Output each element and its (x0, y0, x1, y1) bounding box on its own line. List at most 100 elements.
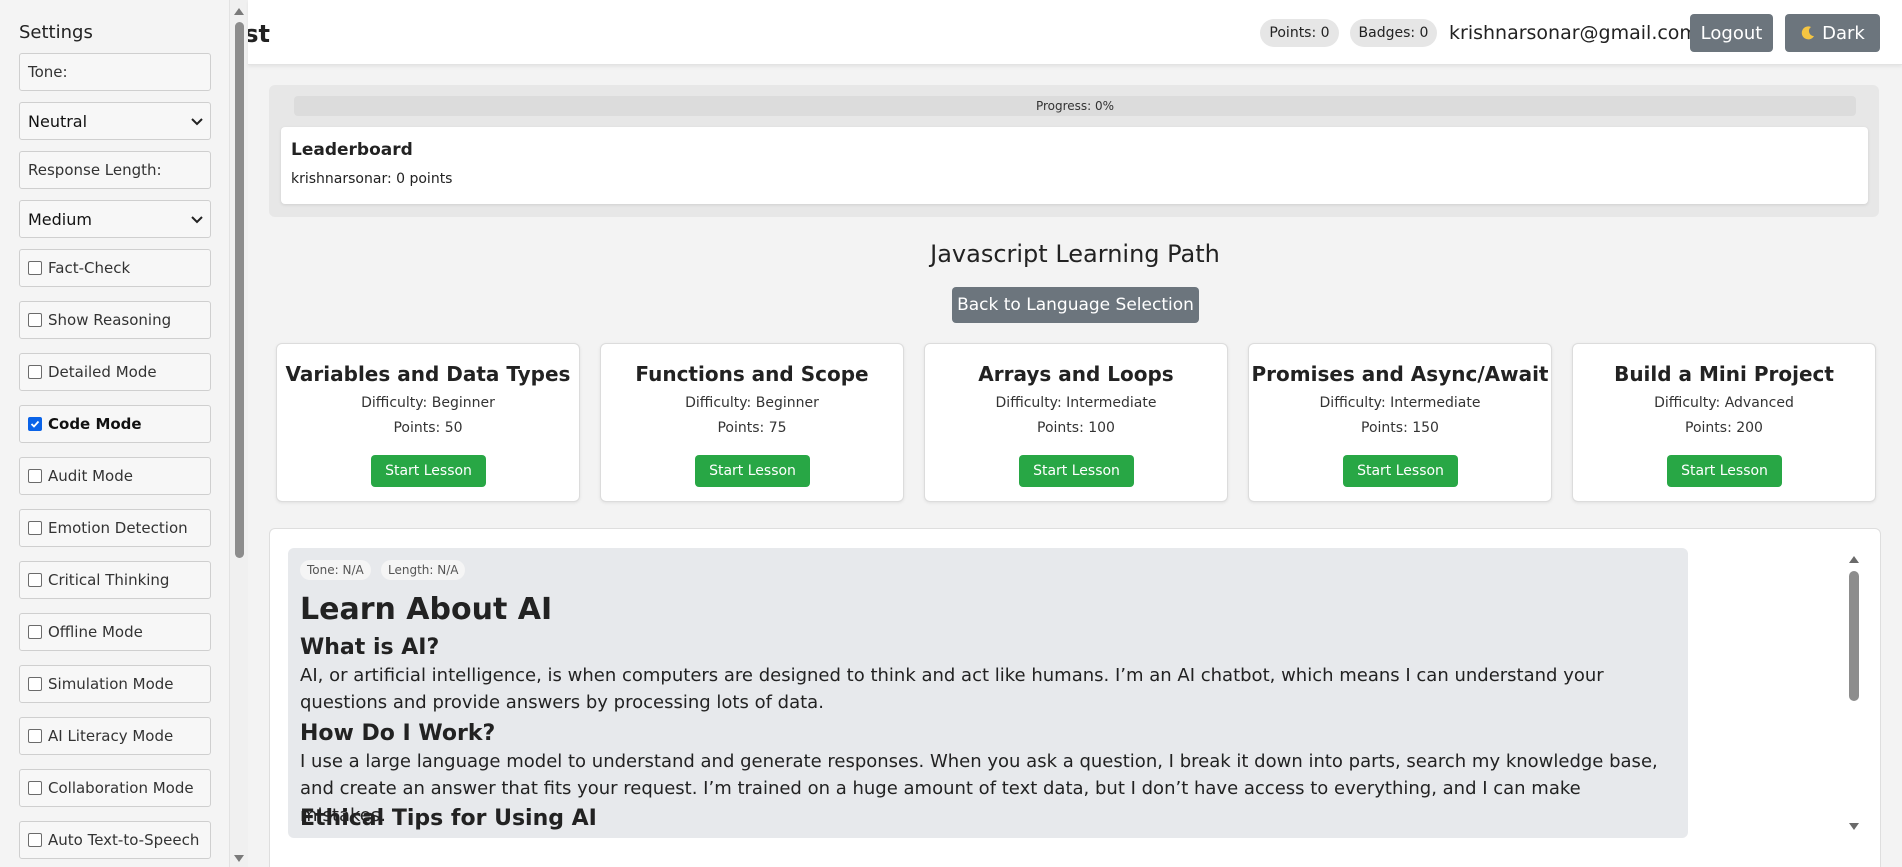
option-offline-mode[interactable]: Offline Mode (19, 613, 211, 651)
logout-button[interactable]: Logout (1690, 14, 1773, 52)
checkbox[interactable] (28, 833, 42, 847)
response-length-label: Response Length: (28, 161, 162, 179)
option-simulation-mode[interactable]: Simulation Mode (19, 665, 211, 703)
option-label: Detailed Mode (48, 363, 157, 381)
lesson-card: Arrays and Loops Difficulty: Intermediate… (924, 343, 1228, 502)
tone-label: Tone: (28, 63, 68, 81)
moon-icon (1801, 26, 1815, 40)
lesson-title: Build a Mini Project (1614, 362, 1834, 386)
leaderboard-card: Leaderboard krishnarsonar: 0 points (281, 127, 1868, 204)
checkbox[interactable] (28, 781, 42, 795)
option-critical-thinking[interactable]: Critical Thinking (19, 561, 211, 599)
chat-scroll-down-icon[interactable] (1848, 822, 1860, 832)
chat-message: Tone: N/A Length: N/A Learn About AI Wha… (288, 548, 1688, 838)
lesson-difficulty: Difficulty: Beginner (685, 395, 819, 411)
lesson-card: Variables and Data Types Difficulty: Begi… (276, 343, 580, 502)
start-lesson-button[interactable]: Start Lesson (695, 455, 810, 487)
option-label: AI Literacy Mode (48, 727, 174, 745)
option-detailed-mode[interactable]: Detailed Mode (19, 353, 211, 391)
option-audit-mode[interactable]: Audit Mode (19, 457, 211, 495)
chevron-down-icon (191, 216, 203, 224)
option-label: Offline Mode (48, 623, 143, 641)
lesson-difficulty: Difficulty: Advanced (1654, 395, 1794, 411)
back-to-language-button[interactable]: Back to Language Selection (952, 287, 1199, 323)
chat-scroll-up-icon[interactable] (1848, 554, 1860, 564)
section-heading: Ethical Tips for Using AI (300, 806, 597, 831)
checkbox[interactable] (28, 573, 42, 587)
user-email: krishnarsonar@gmail.com (1449, 22, 1698, 44)
option-label: Auto Text-to-Speech (48, 831, 200, 849)
theme-toggle-label: Dark (1822, 22, 1865, 44)
checkbox[interactable] (28, 469, 42, 483)
points-badge: Points: 0 (1260, 19, 1339, 47)
theme-toggle-button[interactable]: Dark (1785, 14, 1880, 52)
start-lesson-button[interactable]: Start Lesson (371, 455, 486, 487)
option-show-reasoning[interactable]: Show Reasoning (19, 301, 211, 339)
progress-bar: Progress: 0% (294, 96, 1856, 116)
option-label: Emotion Detection (48, 519, 188, 537)
leaderboard-title: Leaderboard (291, 140, 413, 160)
option-auto-text-to-speech[interactable]: Auto Text-to-Speech (19, 821, 211, 859)
option-label: Collaboration Mode (48, 779, 194, 797)
learning-path-title-row: Javascript Learning Path (0, 240, 1902, 268)
checkbox[interactable] (28, 313, 42, 327)
checkbox[interactable] (28, 417, 42, 431)
option-emotion-detection[interactable]: Emotion Detection (19, 509, 211, 547)
option-label: Critical Thinking (48, 571, 170, 589)
settings-sidebar: Settings Tone: Neutral Response Length: … (0, 0, 230, 867)
option-label: Simulation Mode (48, 675, 174, 693)
start-lesson-button[interactable]: Start Lesson (1019, 455, 1134, 487)
lesson-points: Points: 100 (1037, 420, 1115, 436)
lesson-card: Promises and Async/Await Difficulty: Inte… (1248, 343, 1552, 502)
checkbox[interactable] (28, 677, 42, 691)
lesson-title: Functions and Scope (635, 362, 869, 386)
option-code-mode[interactable]: Code Mode (19, 405, 211, 443)
lesson-difficulty: Difficulty: Intermediate (995, 395, 1157, 411)
lesson-card: Build a Mini Project Difficulty: Advanced… (1572, 343, 1876, 502)
option-collaboration-mode[interactable]: Collaboration Mode (19, 769, 211, 807)
lesson-title: Arrays and Loops (978, 362, 1174, 386)
tone-tag: Tone: N/A (300, 560, 371, 580)
chevron-down-icon (191, 118, 203, 126)
learning-path-title: Javascript Learning Path (930, 240, 1220, 268)
badges-badge: Badges: 0 (1350, 19, 1437, 47)
start-lesson-button[interactable]: Start Lesson (1667, 455, 1782, 487)
leaderboard-entry: krishnarsonar: 0 points (291, 171, 453, 187)
lesson-difficulty: Difficulty: Intermediate (1319, 395, 1481, 411)
option-ai-literacy-mode[interactable]: AI Literacy Mode (19, 717, 211, 755)
checkbox[interactable] (28, 729, 42, 743)
checkbox[interactable] (28, 365, 42, 379)
section-body: AI, or artificial intelligence, is when … (300, 665, 1604, 713)
message-heading: Learn About AI (300, 592, 553, 627)
chat-scrollbar-thumb[interactable] (1849, 571, 1859, 701)
length-select-value: Medium (28, 209, 92, 229)
lesson-title: Variables and Data Types (285, 362, 571, 386)
option-label: Code Mode (48, 415, 142, 433)
lesson-points: Points: 50 (393, 420, 463, 436)
length-select[interactable]: Medium (19, 200, 211, 238)
tone-select-value: Neutral (28, 111, 88, 131)
sidebar-title: Settings (19, 22, 93, 43)
checkbox[interactable] (28, 625, 42, 639)
checkbox[interactable] (28, 521, 42, 535)
section-heading: What is AI? (300, 635, 440, 660)
lesson-title: Promises and Async/Await (1251, 362, 1549, 386)
length-tag: Length: N/A (381, 560, 466, 580)
scroll-up-arrow-icon[interactable] (233, 6, 245, 16)
lesson-difficulty: Difficulty: Beginner (361, 395, 495, 411)
lesson-card: Functions and Scope Difficulty: Beginner P… (600, 343, 904, 502)
tone-label-box: Tone: (19, 53, 211, 91)
lesson-points: Points: 200 (1685, 420, 1763, 436)
option-label: Audit Mode (48, 467, 133, 485)
option-label: Show Reasoning (48, 311, 172, 329)
length-label-box: Response Length: (19, 151, 211, 189)
sidebar-scrollbar-thumb[interactable] (235, 22, 244, 558)
start-lesson-button[interactable]: Start Lesson (1343, 455, 1458, 487)
tone-select[interactable]: Neutral (19, 102, 211, 140)
lesson-points: Points: 150 (1361, 420, 1439, 436)
lesson-points: Points: 75 (717, 420, 787, 436)
scroll-down-arrow-icon[interactable] (233, 854, 245, 864)
app-title: st (248, 20, 270, 48)
progress-label: Progress: 0% (1035, 99, 1115, 113)
section-heading: How Do I Work? (300, 721, 496, 746)
